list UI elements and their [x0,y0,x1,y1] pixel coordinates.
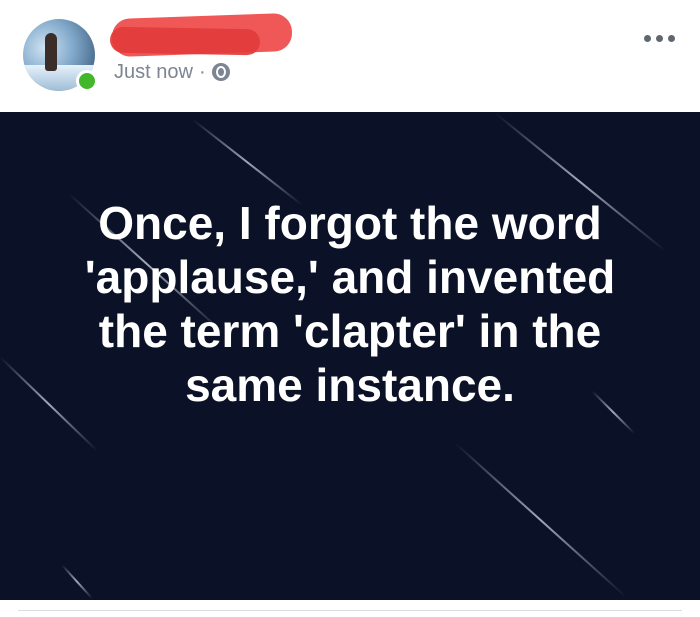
more-dot-icon [668,34,675,42]
timestamp-link[interactable]: Just now [114,61,193,84]
meteor-streak [191,118,303,206]
online-status-indicator [76,70,98,92]
globe-icon[interactable] [211,63,230,81]
more-options-button[interactable] [644,32,680,44]
more-dot-icon [644,34,651,42]
post-image[interactable]: Once, I forgot the word 'applause,' and … [0,112,700,600]
divider [18,610,682,611]
meteor-streak [454,442,627,598]
more-dot-icon [656,34,663,42]
post-meta: Just now · [114,60,230,84]
meteor-streak [61,564,93,600]
redacted-name-overlay [109,26,261,56]
meta-separator: · [198,60,206,83]
post-image-text: Once, I forgot the word 'applause,' and … [84,197,616,411]
post-header: Just now · [0,0,700,112]
avatar-figure [45,33,57,71]
